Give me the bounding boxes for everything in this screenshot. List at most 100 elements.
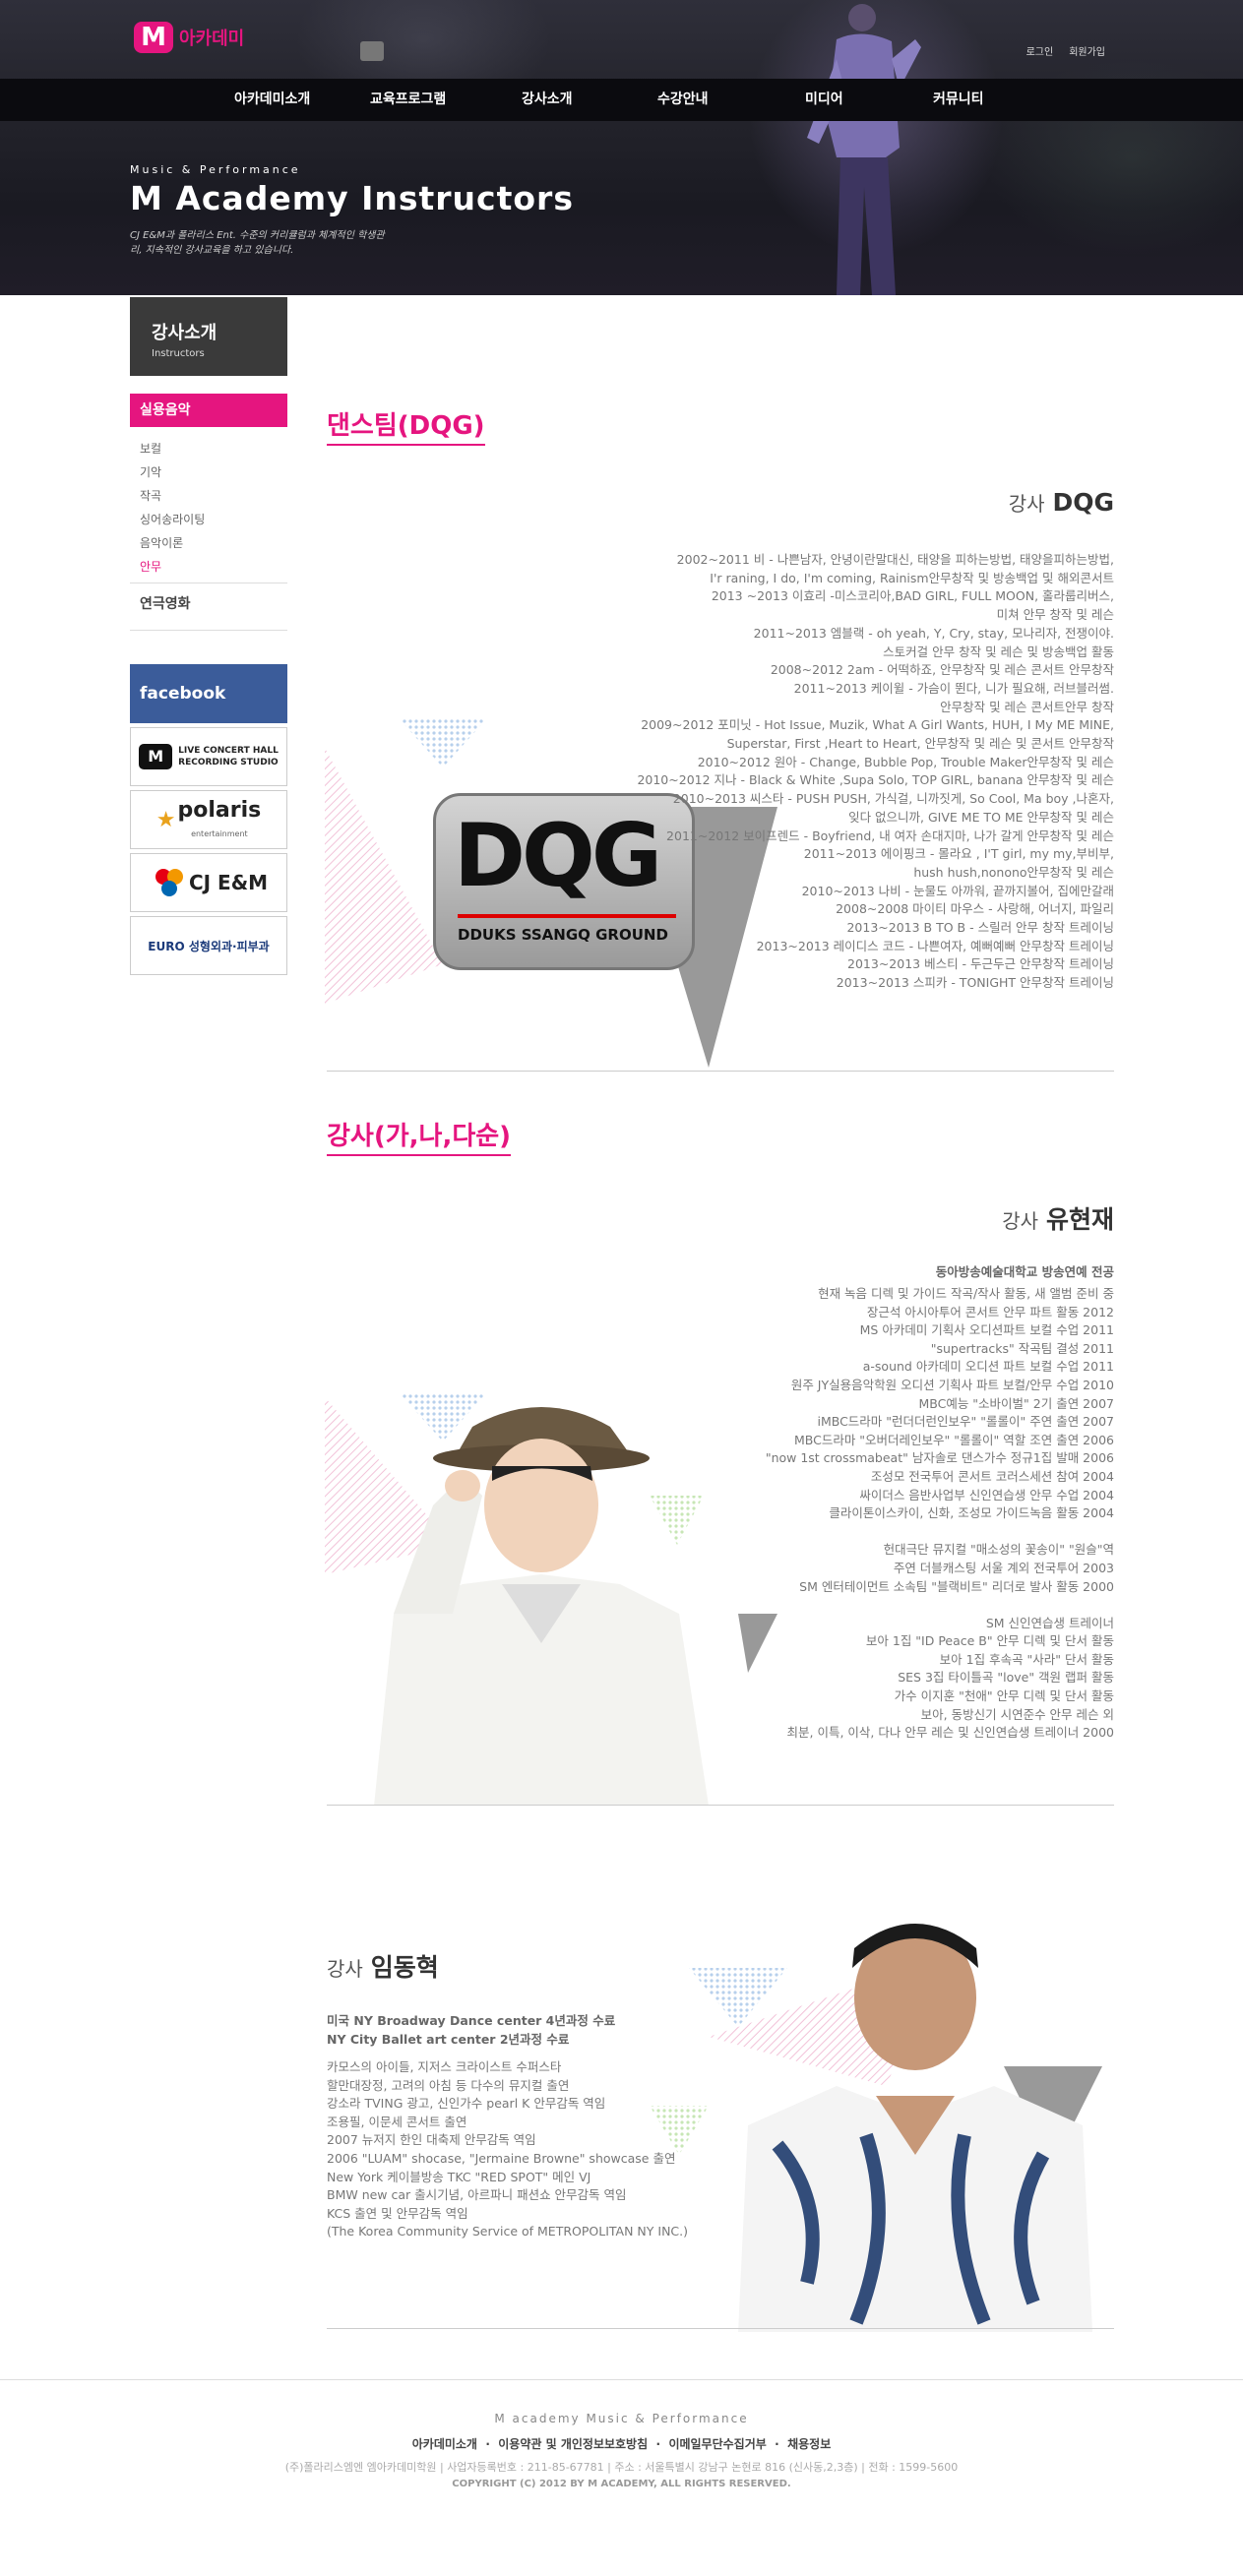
career-line: 2009~2012 포미닛 - Hot Issue, Muzik, What A… — [641, 717, 1114, 733]
nav-instructors[interactable]: 강사소개 — [522, 79, 573, 121]
career-line: 2013~2013 B TO B - 스릴러 안무 창작 트레이닝 — [846, 920, 1114, 936]
career-line: 조용필, 이문세 콘서트 출연 — [327, 2114, 467, 2129]
sidebar-item-vocal[interactable]: 보컬 — [140, 437, 287, 460]
logo-text: 아카데미 — [179, 29, 245, 49]
m-logo-icon: M — [139, 744, 173, 769]
nav-community[interactable]: 커뮤니티 — [933, 79, 984, 121]
nav-media[interactable]: 미디어 — [805, 79, 843, 121]
career-line: 미쳐 안무 창작 및 레슨 — [996, 607, 1114, 623]
career-line: 2010~2012 지나 - Black & White ,Supa Solo,… — [637, 772, 1114, 788]
career-line: 안무창작 및 레슨 콘서트안무 창작 — [940, 699, 1114, 714]
career-line: 2010~2012 원아 - Change, Bubble Pop, Troub… — [697, 754, 1114, 769]
career-line: 클라이톤이스카이, 신화, 조성모 가이드녹음 활동 2004 — [829, 1505, 1114, 1521]
section-title-instructors: 강사(가,나,다순) — [327, 1116, 512, 1156]
career-line: 2011~2013 엠블랙 - oh yeah, Y, Cry, stay, 모… — [753, 625, 1114, 641]
live-concert-hall-banner[interactable]: M LIVE CONCERT HALL RECORDING STUDIO — [130, 727, 287, 786]
career-line: 헌대극단 뮤지컬 "매소성의 꽃송이" "원슬"역 — [883, 1542, 1114, 1558]
career-line: BMW new car 출시기념, 아르파니 패션쇼 안무감독 역임 — [327, 2187, 627, 2203]
career-line: Superstar, First ,Heart to Heart, 안무창작 및… — [726, 736, 1114, 752]
career-line: SM 엔터테이먼트 소속팀 "블랙비트" 리더로 발사 활동 2000 — [799, 1578, 1114, 1594]
career-line: SM 신인연습생 트레이너 — [985, 1615, 1114, 1630]
nav-programs[interactable]: 교육프로그램 — [370, 79, 446, 121]
career-line: "now 1st crossmabeat" 남자솔로 댄스가수 정규1집 발매 … — [765, 1450, 1114, 1466]
career-line: MBC예능 "소바이벌" 2기 출연 2007 — [918, 1395, 1114, 1411]
career-line: 2006 "LUAM" shocase, "Jermaine Browne" s… — [327, 2150, 676, 2166]
sidebar: 강사소개 Instructors 실용음악 보컬 기악 작곡 싱어송라이팅 음악… — [130, 297, 287, 975]
sidebar-item-songwriting[interactable]: 싱어송라이팅 — [140, 508, 287, 531]
footer-link-terms[interactable]: 이용약관 및 개인정보보호방침 — [498, 2437, 648, 2451]
main-nav: 아카데미소개 교육프로그램 강사소개 수강안내 미디어 커뮤니티 — [0, 79, 1243, 121]
utility-links: 로그인 회원가입 — [1026, 43, 1105, 58]
career-line: New York 케이블방송 TKC "RED SPOT" 메인 VJ — [327, 2169, 591, 2184]
instructor-name-yoo: 강사 유현재 — [1002, 1205, 1114, 1234]
footer-copyright: COPYRIGHT (C) 2012 BY M ACADEMY, ALL RIG… — [452, 2479, 791, 2489]
career-line: MBC드라마 "오버더레인보우" "롤롤이" 역할 조연 출연 2006 — [793, 1432, 1114, 1447]
career-line: 2013~2013 레이디스 코드 - 나쁜여자, 예뻐예뻐 안무창작 트레이닝 — [756, 938, 1114, 953]
nav-enrollment[interactable]: 수강안내 — [657, 79, 709, 121]
divider — [327, 1071, 1114, 1072]
hero-description: CJ E&M과 폴라리스 Ent. 수준의 커리큘럼과 체계적인 학생관리, 지… — [130, 230, 385, 256]
studio-label: RECORDING STUDIO — [178, 758, 279, 767]
career-line: 장근석 아시아투어 콘서트 안무 파트 활동 2012 — [866, 1304, 1114, 1319]
sidebar-header: 강사소개 Instructors — [130, 297, 287, 376]
career-line: 2011~2012 보이프렌드 - Boyfriend, 내 여자 손대지마, … — [666, 828, 1114, 843]
lim-education: 미국 NY Broadway Dance center 4년과정 수료 NY Ci… — [327, 2013, 616, 2047]
facebook-label: facebook — [140, 684, 226, 704]
sidebar-item-theory[interactable]: 음악이론 — [140, 531, 287, 555]
footer-link-about[interactable]: 아카데미소개 — [412, 2437, 477, 2451]
sidebar-submenu: 보컬 기악 작곡 싱어송라이팅 음악이론 안무 — [130, 427, 287, 583]
career-line: 현재 녹음 디렉 및 가이드 작곡/작사 활동, 새 앨범 준비 중 — [818, 1286, 1114, 1301]
facebook-banner[interactable]: facebook — [130, 664, 287, 723]
career-line: 2013~2013 스피카 - TONIGHT 안무창작 트레이닝 — [836, 975, 1114, 991]
sidebar-category-music[interactable]: 실용음악 — [130, 394, 287, 427]
instructor-name-lim: 강사 임동혁 — [327, 1953, 439, 1982]
header-hero: M 아카데미 로그인 회원가입 아카데미소개 교육프로그램 강사소개 수강안내 … — [0, 0, 1243, 295]
cj-em-banner[interactable]: CJ E&M — [130, 853, 287, 912]
login-link[interactable]: 로그인 — [1026, 43, 1054, 58]
career-line: 2010~2013 나비 - 눈물도 아까워, 끝까지볼어, 집에만갈래 — [801, 883, 1114, 898]
live-label: LIVE CONCERT HALL — [178, 746, 279, 756]
career-line: 2013 ~2013 이효리 -미스코리아,BAD GIRL, FULL MOO… — [711, 588, 1114, 604]
career-line: 2002~2011 비 - 나쁜남자, 안녕이란말대신, 태양을 피하는방법, … — [676, 552, 1114, 567]
section-title-dance-team: 댄스팀(DQG) — [327, 405, 485, 446]
footer-address: (주)폴라리스엠엔 엠아카데미학원 | 사업자등록번호 : 211-85-677… — [284, 2461, 959, 2474]
career-line: 주연 더블캐스팅 서울 계외 전국투어 2003 — [893, 1560, 1114, 1575]
career-line: SES 3집 타이틀곡 "love" 객원 랩퍼 활동 — [898, 1670, 1114, 1686]
career-line: 할만대장정, 고려의 아침 등 다수의 뮤지컬 출연 — [327, 2077, 570, 2093]
join-link[interactable]: 회원가입 — [1069, 43, 1105, 58]
sidebar-item-dance[interactable]: 안무 — [140, 555, 287, 579]
site-logo[interactable]: M 아카데미 — [134, 22, 244, 53]
career-line: 2011~2013 에이핑크 - 몰라요 , I'T girl, my my,부… — [803, 846, 1114, 862]
career-line: iMBC드라마 "런더더런인보우" "롤롤이" 주연 출연 2007 — [817, 1414, 1114, 1430]
career-line: 2013~2013 베스티 - 두근두근 안무창작 트레이닝 — [847, 956, 1114, 972]
career-line: 2008~2012 2am - 어떡하죠, 안무창작 및 레슨 콘서트 안무창작 — [770, 662, 1114, 678]
lim-career-list: 카모스의 아이들, 지저스 크라이스트 수퍼스타할만대장정, 고려의 아침 등 … — [327, 2058, 701, 2241]
career-line: 강소라 TVING 광고, 신인가수 pearl K 안무감독 역임 — [327, 2096, 606, 2112]
footer: M academy Music & Performance 아카데미소개 · 이… — [0, 2379, 1243, 2576]
polaris-banner[interactable]: ★ polaris entertainment — [130, 790, 287, 849]
footer-link-jobs[interactable]: 채용정보 — [787, 2437, 831, 2451]
nav-academy[interactable]: 아카데미소개 — [234, 79, 310, 121]
career-line: 카모스의 아이들, 지저스 크라이스트 수퍼스타 — [327, 2059, 562, 2074]
sidebar-item-composition[interactable]: 작곡 — [140, 484, 287, 508]
sidebar-item-instrument[interactable]: 기악 — [140, 460, 287, 484]
euro-banner[interactable]: EURO 성형외과·피부과 — [130, 916, 287, 975]
career-line — [602, 1596, 1114, 1615]
career-line: 잊다 없으니까, GIVE ME TO ME 안무창작 및 레슨 — [848, 809, 1114, 825]
sidebar-category-acting[interactable]: 연극영화 — [130, 583, 287, 631]
career-line: a-sound 아카데미 오디션 파트 보컬 수업 2011 — [862, 1359, 1114, 1375]
divider — [327, 1805, 1114, 1806]
polaris-sub: entertainment — [191, 828, 248, 838]
sidebar-subtitle: Instructors — [152, 348, 205, 359]
footer-links: 아카데미소개 · 이용약관 및 개인정보보호방침 · 이메일무단수집거부 · 채… — [411, 2437, 832, 2451]
career-line: 조성모 전국투어 콘서트 코러스세션 참여 2004 — [870, 1468, 1114, 1484]
sidebar-title: 강사소개 — [152, 323, 218, 343]
footer-link-email[interactable]: 이메일무단수집거부 — [668, 2437, 766, 2451]
cj-logo-icon — [155, 869, 183, 896]
stage-spotlight-icon — [360, 41, 384, 61]
hero-subtitle: Music & Performance — [130, 163, 301, 176]
career-line: 보아, 동방신기 시연준수 안무 레슨 외 — [920, 1706, 1114, 1722]
career-line: 가수 이지훈 "천애" 안무 디렉 및 단서 활동 — [894, 1688, 1114, 1704]
career-line: 최분, 이특, 이삭, 다나 안무 레슨 및 신인연습생 트레이너 2000 — [786, 1725, 1115, 1741]
divider — [327, 2328, 1114, 2329]
